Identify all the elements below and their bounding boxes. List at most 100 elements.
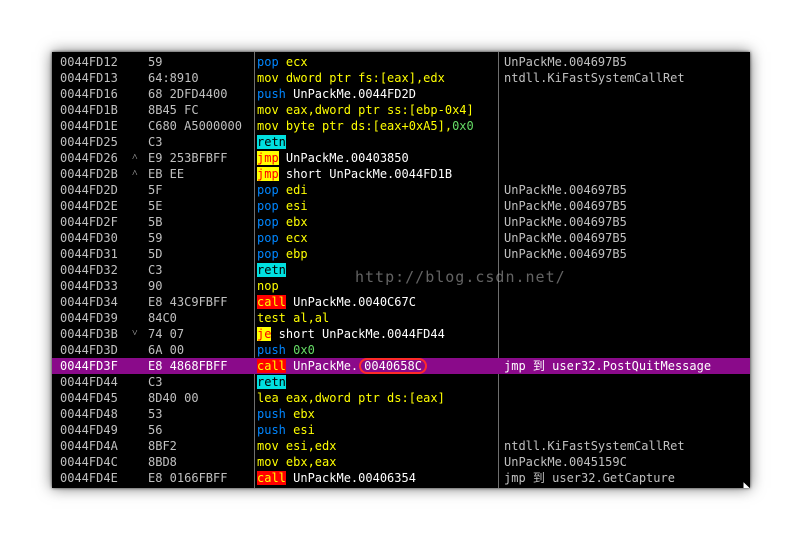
hex-bytes-cell: 6A 00 [148,343,185,357]
disassembly-cell: je short UnPackMe.0044FD44 [257,326,500,342]
mnemonic: jmp [257,151,279,165]
operand: al,al [285,311,330,325]
address-cell: 0044FD2B [60,167,118,181]
table-row[interactable]: 0044FD2D 5F pop edi UnPackMe.004697B5 [52,182,750,198]
table-row[interactable]: 0044FD13 64:8910 mov dword ptr fs:[eax],ed… [52,70,750,86]
operand: short UnPackMe.0044FD1B [278,167,453,181]
mnemonic: call [257,471,286,485]
operand: esi,edx [278,439,337,453]
operand: edi [278,183,308,197]
hex-bytes-cell: 84C0 [148,311,177,325]
table-row[interactable]: 0044FD1E C680 A5000000 mov byte ptr ds:[ea… [52,118,750,134]
operand: dword ptr fs:[eax],edx [278,71,445,85]
disassembly-cell: mov dword ptr fs:[eax],edx [257,70,500,86]
disassembly-cell: pop esi [257,198,500,214]
mnemonic: nop [257,279,279,293]
table-row[interactable]: 0044FD16 68 2DFD4400 push UnPackMe.0044FD2… [52,86,750,102]
mnemonic: push [257,343,286,357]
table-row[interactable]: 0044FD4C 8BD8 mov ebx,eax UnPackMe.0045159C [52,454,750,470]
mnemonic: mov [257,439,279,453]
table-row[interactable]: 0044FD4E E8 0166FBFF call UnPackMe.0040635… [52,470,750,486]
operand: esi [285,423,315,437]
disassembly-cell: lea eax,dword ptr ds:[eax] [257,390,500,406]
table-row[interactable]: 0044FD39 84C0 test al,al [52,310,750,326]
table-row[interactable]: 0044FD49 56 push esi [52,422,750,438]
mnemonic: retn [257,263,286,277]
mnemonic: mov [257,119,279,133]
table-row[interactable]: 0044FD2F 5B pop ebx UnPackMe.004697B5 [52,214,750,230]
mnemonic: retn [257,375,286,389]
operand: ecx [278,231,308,245]
mnemonic: retn [257,135,286,149]
mnemonic: pop [257,215,279,229]
comment-cell: UnPackMe.0045159C [504,455,627,469]
mnemonic: mov [257,455,279,469]
table-row[interactable]: 0044FD30 59 pop ecx UnPackMe.004697B5 [52,230,750,246]
address-cell: 0044FD45 [60,391,118,405]
disassembly-cell: pop ecx [257,230,500,246]
mnemonic: mov [257,103,279,117]
address-cell: 0044FD39 [60,311,118,325]
disassembly-pane[interactable]: 0044FD12 59 pop ecx UnPackMe.004697B5 0044FD… [52,52,750,488]
operand: UnPackMe.00403850 [278,151,409,165]
table-row[interactable]: 0044FD3B ˅ 74 07 je short UnPackMe.0044FD44 [52,326,750,342]
operand: short UnPackMe.0044FD44 [271,327,445,341]
disassembly-cell: pop ebp [257,246,500,262]
selected-table-row[interactable]: 0044FD3F E8 4868FBFF call UnPackMe. 0040658… [52,358,750,374]
table-row[interactable]: 0044FD4A 8BF2 mov esi,edx ntdll.KiFastSyste… [52,438,750,454]
hex-bytes-cell: 5D [148,247,163,261]
operand: eax,dword ptr ss:[ebp-0x4] [278,103,474,117]
watermark: http://blog.csdn.net/ [355,268,566,286]
comment-cell: jmp 到 user32.GetCapture [504,471,675,485]
table-row[interactable]: 0044FD45 8D40 00 lea eax,dword ptr ds:[eax… [52,390,750,406]
address-cell: 0044FD3F [60,359,118,373]
mnemonic: call [257,295,286,309]
table-row[interactable]: 0044FD12 59 pop ecx UnPackMe.004697B5 [52,54,750,70]
disassembly-cell: retn [257,134,500,150]
hex-bytes-cell: E8 0166FBFF [148,471,228,485]
highlighted-address: 0040658C [359,358,427,374]
table-row[interactable]: 0044FD26 ˄ E9 253BFBFF jmp UnPackMe.0040385… [52,150,750,166]
table-row[interactable]: 0044FD3D 6A 00 push 0x0 [52,342,750,358]
operand: ebx [278,215,308,229]
comment-cell: ntdll.KiFastSystemCallRet [504,71,685,85]
table-row[interactable]: 0044FD31 5D pop ebp UnPackMe.004697B5 [52,246,750,262]
operand: 0x0 [452,119,474,133]
disassembly-cell: jmp short UnPackMe.0044FD1B [257,166,500,182]
hex-bytes-cell: 5B [148,215,163,229]
mouse-pointer-icon [742,480,750,488]
operand: ebx [285,407,315,421]
hex-bytes-cell: C3 [148,263,163,277]
disassembly-cell: mov ebx,eax [257,454,500,470]
operand: ecx [278,55,308,69]
disassembly-cell: pop edi [257,182,500,198]
disassembly-cell: mov byte ptr ds:[eax+0xA5],0x0 [257,118,500,134]
table-row[interactable]: 0044FD44 C3 retn [52,374,750,390]
table-row[interactable]: 0044FD34 E8 43C9FBFF call UnPackMe.0040C67… [52,294,750,310]
table-row[interactable]: 0044FD2B ˄ EB EE jmp short UnPackMe.0044FD1… [52,166,750,182]
comment-cell: jmp 到 user32.PostQuitMessage [504,359,712,373]
disassembly-cell: pop ecx [257,54,500,70]
address-cell: 0044FD1E [60,119,118,133]
hex-bytes-cell: EB EE [148,167,185,181]
hex-bytes-cell: 90 [148,279,163,293]
operand: esi [278,199,308,213]
disassembly-cell: retn [257,374,500,390]
address-cell: 0044FD1B [60,103,118,117]
table-row[interactable]: 0044FD48 53 push ebx [52,406,750,422]
table-row[interactable]: 0044FD2E 5E pop esi UnPackMe.004697B5 [52,198,750,214]
table-row[interactable]: 0044FD25 C3 retn [52,134,750,150]
disassembly-cell: push 0x0 [257,342,500,358]
hex-bytes-cell: C680 A5000000 [148,119,242,133]
operand: 0x0 [285,343,315,357]
comment-cell: ntdll.KiFastSystemCallRet [504,439,685,453]
address-cell: 0044FD48 [60,407,118,421]
operand: UnPackMe.0044FD2D [285,87,416,101]
disassembly-cell: push ebx [257,406,500,422]
address-cell: 0044FD2D [60,183,118,197]
hex-bytes-cell: 64:8910 [148,71,199,85]
address-cell: 0044FD3D [60,343,118,357]
table-row[interactable]: 0044FD1B 8B45 FC mov eax,dword ptr ss:[ebp… [52,102,750,118]
hex-bytes-cell: E8 4868FBFF [148,359,228,373]
operand: UnPackMe. [285,359,359,373]
